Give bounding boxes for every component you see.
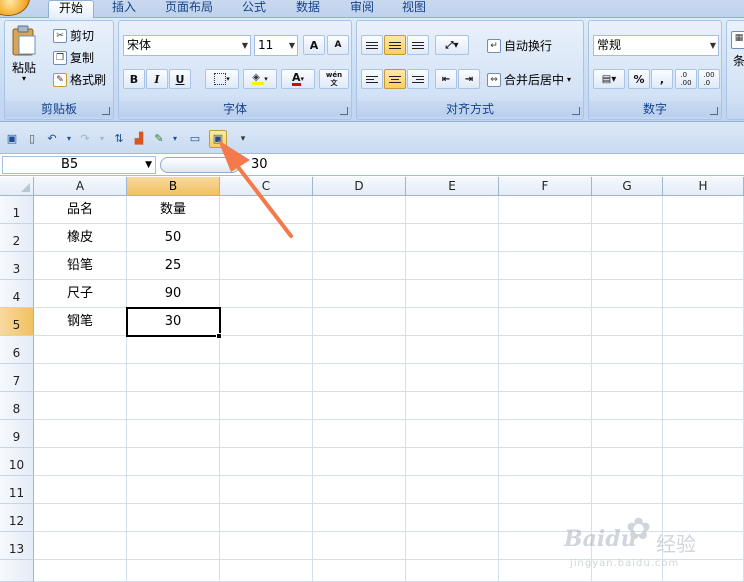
- baidu-jingyan-watermark: Baidu ✿ 经验 jingyan.baidu.com: [560, 512, 740, 580]
- watermark-url: jingyan.baidu.com: [570, 558, 680, 569]
- paw-icon: ✿: [626, 512, 652, 547]
- annotation-arrow: [218, 140, 293, 238]
- watermark-jingyan: 经验: [656, 532, 696, 556]
